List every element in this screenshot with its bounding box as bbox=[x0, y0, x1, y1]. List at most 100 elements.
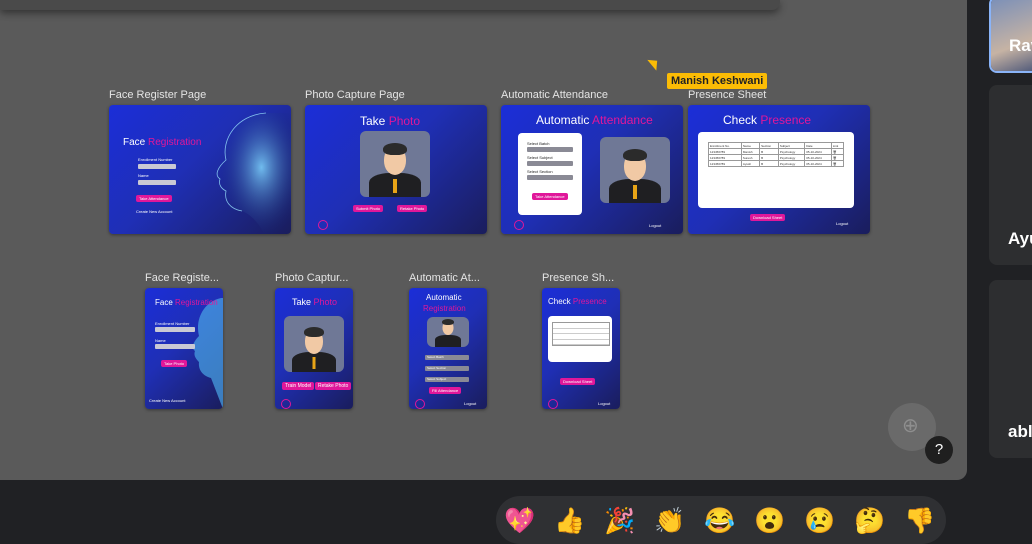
subject-label: Select Subject bbox=[427, 377, 447, 381]
reaction-thinking-icon[interactable]: 🤔 bbox=[853, 504, 887, 538]
section-label: Select Section bbox=[427, 366, 447, 370]
participant-tile[interactable]: abl bbox=[989, 280, 1032, 458]
frame-label-automatic-attendance[interactable]: Automatic Attendance bbox=[501, 89, 681, 101]
whiteboard-canvas[interactable]: Face Register Page Photo Capture Page Au… bbox=[0, 0, 967, 480]
reaction-surprised-icon[interactable]: 😮 bbox=[753, 504, 787, 538]
frame-photo-capture[interactable]: Take Photo Submit Photo Retake Photo bbox=[305, 105, 487, 234]
take-attendance-button[interactable]: Take Attendance bbox=[136, 195, 172, 202]
presence-table-card: Enrollment No. Name Section Subject Date… bbox=[698, 132, 854, 208]
home-icon[interactable] bbox=[514, 220, 524, 230]
logout-link[interactable]: Logout bbox=[598, 401, 610, 406]
mobile-presence-title: Check bbox=[548, 297, 571, 306]
enrollment-field[interactable] bbox=[155, 327, 195, 332]
train-model-button[interactable]: Train Model bbox=[282, 382, 315, 390]
help-button[interactable]: ? bbox=[925, 436, 953, 464]
frame-presence-sheet-mobile[interactable]: Check Presence Download Sheet Logout bbox=[542, 288, 620, 409]
mobile-photo-title: Take bbox=[292, 297, 312, 307]
home-icon[interactable] bbox=[281, 399, 291, 409]
presence-table-card bbox=[548, 316, 612, 362]
reaction-thumbs-up-icon[interactable]: 👍 bbox=[553, 504, 587, 538]
mobile-attendance-title: Automatic bbox=[426, 293, 462, 302]
reaction-thumbs-down-icon[interactable]: 👎 bbox=[903, 504, 937, 538]
name-field[interactable] bbox=[155, 344, 195, 349]
photo-capture-title-accent: Photo bbox=[388, 114, 421, 128]
mobile-photo-title-accent: Photo bbox=[313, 297, 338, 307]
magnifier-icon: ⊕ bbox=[902, 415, 919, 437]
take-attendance-submit[interactable]: Take Attendance bbox=[532, 193, 568, 200]
participant-tile-active[interactable]: Rav bbox=[989, 0, 1032, 73]
remote-cursor-label: Manish Keshwani bbox=[667, 73, 768, 89]
cell: Psychology bbox=[777, 160, 806, 167]
photo-capture-title: Take bbox=[360, 114, 386, 128]
batch-label: Select Batch bbox=[427, 355, 444, 359]
create-account-link[interactable]: Create New Account bbox=[149, 398, 185, 403]
presence-table: Enrollment No. Name Section Subject Date… bbox=[708, 142, 845, 167]
participant-tile[interactable]: Ayu bbox=[989, 85, 1032, 265]
retake-photo-button[interactable]: Retake Photo bbox=[315, 382, 352, 390]
top-toolbar-edge bbox=[0, 0, 780, 10]
face-mesh-illustration bbox=[216, 112, 291, 234]
batch-select[interactable]: Select Batch bbox=[425, 355, 469, 360]
frame-automatic-attendance[interactable]: Automatic Attendance Select Batch Select… bbox=[501, 105, 683, 234]
home-icon[interactable] bbox=[318, 220, 328, 230]
participant-name: Rav bbox=[1009, 36, 1032, 55]
mobile-presence-title-accent: Presence bbox=[572, 297, 607, 306]
frame-label-face-register[interactable]: Face Register Page bbox=[109, 89, 289, 101]
frame-label-face-register-mobile[interactable]: Face Registe... bbox=[145, 272, 223, 284]
presence-table bbox=[552, 322, 610, 346]
reaction-clapping-icon[interactable]: 👏 bbox=[653, 504, 687, 538]
enrollment-label: Enrollment Number bbox=[138, 157, 173, 162]
portrait-placeholder bbox=[360, 131, 430, 197]
face-register-title: Face bbox=[123, 137, 146, 148]
reaction-party-popper-icon[interactable]: 🎉 bbox=[603, 504, 637, 538]
reaction-crying-icon[interactable]: 😢 bbox=[803, 504, 837, 538]
home-icon[interactable] bbox=[548, 399, 558, 409]
batch-select[interactable] bbox=[527, 147, 573, 152]
mobile-face-title-accent: Registration bbox=[175, 298, 218, 307]
table-row: 123456789 Ayush B Psychology 05-10-2024 … bbox=[708, 160, 845, 167]
logout-link[interactable]: Logout bbox=[464, 401, 476, 406]
portrait-placeholder bbox=[284, 316, 344, 372]
frame-photo-capture-mobile[interactable]: Take Photo Train Model Retake Photo bbox=[275, 288, 353, 409]
frame-label-photo-capture[interactable]: Photo Capture Page bbox=[305, 89, 485, 101]
home-icon[interactable] bbox=[415, 399, 425, 409]
logout-link[interactable]: Logout bbox=[649, 223, 661, 228]
take-photo-button[interactable]: Take Photo bbox=[161, 360, 188, 367]
mobile-attendance-title-accent: Registration bbox=[423, 304, 466, 313]
submit-photo-button[interactable]: Submit Photo bbox=[353, 205, 384, 212]
subject-label: Select Subject bbox=[527, 155, 553, 160]
frame-label-automatic-attendance-mobile[interactable]: Automatic At... bbox=[409, 272, 487, 284]
reaction-bar: 💖 👍 🎉 👏 😂 😮 😢 🤔 👎 bbox=[496, 496, 946, 544]
logout-link[interactable]: Logout bbox=[836, 221, 848, 226]
name-field[interactable] bbox=[138, 180, 176, 185]
attendance-title: Automatic bbox=[536, 113, 590, 127]
enrollment-field[interactable] bbox=[138, 164, 176, 169]
frame-face-register[interactable]: Face Registration Enrollment Number Name… bbox=[109, 105, 291, 234]
frame-presence-sheet[interactable]: Check Presence Enrollment No. Name Secti… bbox=[688, 105, 870, 234]
attendance-portrait bbox=[600, 137, 670, 203]
frame-label-presence-sheet[interactable]: Presence Sheet bbox=[688, 89, 868, 101]
attendance-form-card: Select Batch Select Subject Select Secti… bbox=[518, 133, 582, 215]
download-sheet-button[interactable]: Download Sheet bbox=[560, 378, 596, 385]
face-mesh-illustration bbox=[192, 298, 223, 409]
participant-name: abl bbox=[1008, 422, 1032, 441]
retake-photo-button[interactable]: Retake Photo bbox=[397, 205, 428, 212]
frame-face-register-mobile[interactable]: Face Registration Enrollment Number Name… bbox=[145, 288, 223, 409]
subject-select[interactable] bbox=[527, 161, 573, 166]
frame-automatic-attendance-mobile[interactable]: Automatic Registration Select Batch Sele… bbox=[409, 288, 487, 409]
frame-label-presence-sheet-mobile[interactable]: Presence Sh... bbox=[542, 272, 620, 284]
face-register-title-accent: Registration bbox=[148, 137, 202, 148]
create-account-link[interactable]: Create New Account bbox=[136, 209, 172, 214]
section-select[interactable]: Select Section bbox=[425, 366, 469, 371]
download-sheet-button[interactable]: Download Sheet bbox=[750, 214, 786, 221]
cell: Ayush bbox=[740, 160, 761, 167]
reaction-sparkling-heart-icon[interactable]: 💖 bbox=[503, 504, 537, 538]
participant-name: Ayu bbox=[1008, 229, 1032, 248]
subject-select[interactable]: Select Subject bbox=[425, 377, 469, 382]
reaction-laughing-icon[interactable]: 😂 bbox=[703, 504, 737, 538]
presence-title: Check bbox=[723, 113, 758, 127]
frame-label-photo-capture-mobile[interactable]: Photo Captur... bbox=[275, 272, 353, 284]
section-select[interactable] bbox=[527, 175, 573, 180]
trash-icon[interactable]: 🗑 bbox=[830, 160, 845, 167]
fill-attendance-button[interactable]: Fill Attendance bbox=[429, 387, 462, 394]
